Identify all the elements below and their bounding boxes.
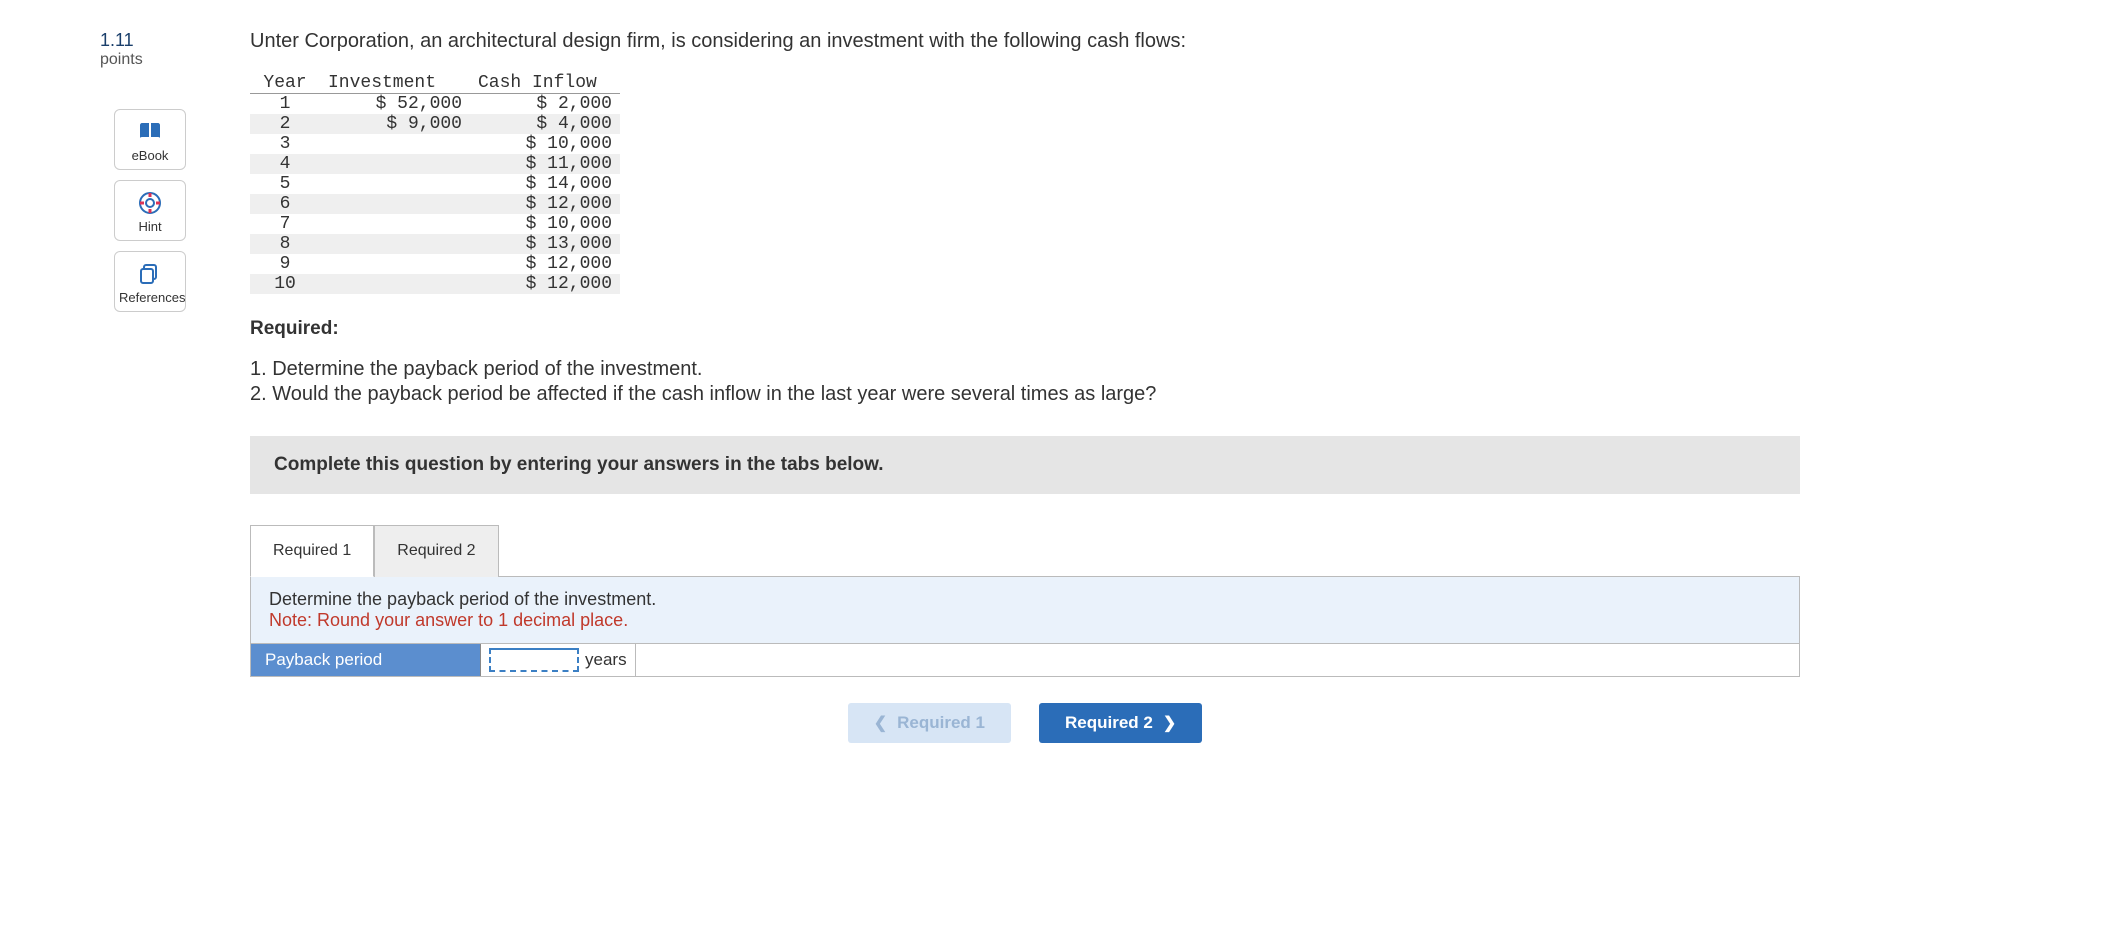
table-row: 6 $ 12,000 [250, 194, 620, 214]
references-label: References [119, 290, 185, 305]
table-row: 5 $ 14,000 [250, 174, 620, 194]
prev-label: Required 1 [897, 713, 985, 733]
cell-cash: $ 11,000 [470, 154, 620, 174]
cell-investment [320, 194, 470, 214]
answer-label: Payback period [251, 644, 481, 676]
tab-instruction-line: Determine the payback period of the inve… [269, 589, 1781, 610]
cell-investment [320, 134, 470, 154]
next-label: Required 2 [1065, 713, 1153, 733]
cell-cash: $ 4,000 [470, 114, 620, 134]
cell-cash: $ 12,000 [470, 274, 620, 294]
sidebar: 1.11 points eBook Hint References [100, 30, 200, 743]
requirements-list: 1. Determine the payback period of the i… [250, 358, 1800, 406]
cell-year: 9 [250, 254, 320, 274]
book-icon [138, 120, 162, 144]
cell-year: 8 [250, 234, 320, 254]
cell-cash: $ 14,000 [470, 174, 620, 194]
hint-button[interactable]: Hint [114, 180, 186, 241]
copy-icon [138, 262, 162, 286]
cell-investment [320, 274, 470, 294]
points-value: 1.11 [100, 30, 200, 51]
col-year: Year [250, 73, 320, 94]
ebook-button[interactable]: eBook [114, 109, 186, 170]
cell-year: 6 [250, 194, 320, 214]
required-heading: Required: [250, 318, 1800, 340]
cell-investment [320, 174, 470, 194]
cell-year: 7 [250, 214, 320, 234]
tab-required-1[interactable]: Required 1 [250, 525, 374, 577]
table-row: 9 $ 12,000 [250, 254, 620, 274]
cell-investment [320, 154, 470, 174]
col-cash: Cash Inflow [470, 73, 620, 94]
lifesaver-icon [138, 191, 162, 215]
cell-cash: $ 10,000 [470, 214, 620, 234]
table-row: 8 $ 13,000 [250, 234, 620, 254]
cell-investment [320, 214, 470, 234]
table-row: 1$ 52,000$ 2,000 [250, 94, 620, 115]
answer-unit: years [579, 650, 627, 670]
problem-intro: Unter Corporation, an architectural desi… [250, 30, 1800, 53]
cashflow-table: Year Investment Cash Inflow 1$ 52,000$ 2… [250, 73, 620, 294]
cell-year: 2 [250, 114, 320, 134]
cell-cash: $ 12,000 [470, 254, 620, 274]
cell-investment [320, 254, 470, 274]
cell-cash: $ 2,000 [470, 94, 620, 115]
col-investment: Investment [320, 73, 470, 94]
cell-cash: $ 12,000 [470, 194, 620, 214]
cell-year: 1 [250, 94, 320, 115]
cell-cash: $ 10,000 [470, 134, 620, 154]
references-button[interactable]: References [114, 251, 186, 312]
table-row: 2$ 9,000$ 4,000 [250, 114, 620, 134]
payback-input[interactable] [489, 648, 579, 672]
hint-label: Hint [138, 219, 161, 234]
chevron-left-icon: ❮ [874, 713, 887, 733]
cell-year: 3 [250, 134, 320, 154]
instruction-bar: Complete this question by entering your … [250, 436, 1800, 494]
answer-row: Payback period years [251, 643, 1799, 676]
cell-investment [320, 234, 470, 254]
cell-investment: $ 52,000 [320, 94, 470, 115]
requirement-1: 1. Determine the payback period of the i… [250, 358, 1800, 381]
points-block: 1.11 points [100, 30, 200, 69]
prev-button: ❮ Required 1 [848, 703, 1011, 743]
table-row: 7 $ 10,000 [250, 214, 620, 234]
cell-year: 10 [250, 274, 320, 294]
table-row: 3 $ 10,000 [250, 134, 620, 154]
table-row: 4 $ 11,000 [250, 154, 620, 174]
nav-buttons: ❮ Required 1 Required 2 ❯ [250, 703, 1800, 743]
chevron-right-icon: ❯ [1163, 713, 1176, 733]
content: Unter Corporation, an architectural desi… [250, 30, 1800, 743]
tab-body: Determine the payback period of the inve… [250, 577, 1800, 677]
tab-required-2[interactable]: Required 2 [374, 525, 498, 577]
cell-investment: $ 9,000 [320, 114, 470, 134]
points-label: points [100, 51, 200, 69]
ebook-label: eBook [132, 148, 169, 163]
table-row: 10 $ 12,000 [250, 274, 620, 294]
requirement-2: 2. Would the payback period be affected … [250, 383, 1800, 406]
tabs: Required 1 Required 2 [250, 524, 1800, 577]
tab-instruction-note: Note: Round your answer to 1 decimal pla… [269, 610, 1781, 631]
cell-cash: $ 13,000 [470, 234, 620, 254]
cell-year: 5 [250, 174, 320, 194]
next-button[interactable]: Required 2 ❯ [1039, 703, 1202, 743]
cell-year: 4 [250, 154, 320, 174]
tab-instruction: Determine the payback period of the inve… [251, 577, 1799, 643]
answer-cell: years [481, 644, 636, 676]
